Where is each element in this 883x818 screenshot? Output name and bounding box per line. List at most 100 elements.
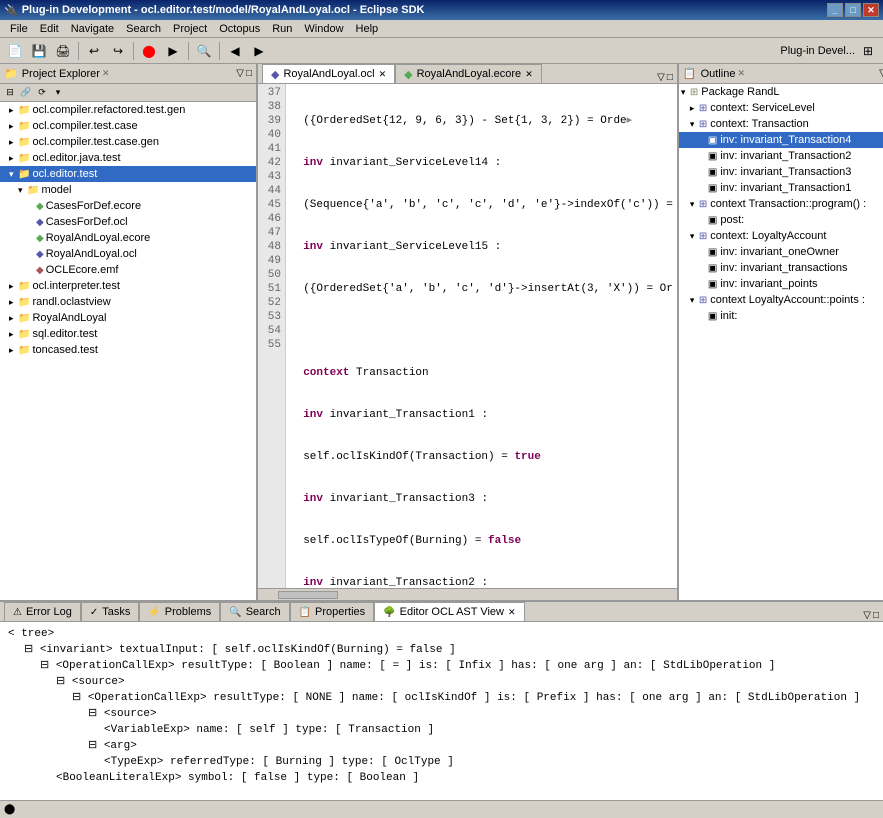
outline-content[interactable]: ▾ ⊞ Package RandL ▸ ⊞ context: ServiceLe…: [679, 84, 883, 600]
new-button[interactable]: 📄: [4, 41, 26, 61]
outline-item-14[interactable]: ▣ init:: [679, 308, 883, 324]
tree-item-14[interactable]: ▸ 📁 sql.editor.test: [0, 326, 256, 342]
editor-minimize-button[interactable]: ▽: [657, 72, 665, 83]
bottom-maximize-button[interactable]: □: [873, 610, 879, 621]
menu-navigate[interactable]: Navigate: [65, 22, 120, 36]
pe-link-button[interactable]: 🔗: [18, 86, 34, 100]
tab-label: Properties: [315, 606, 365, 618]
tree-item-10[interactable]: ◆ OCLEcore.emf: [0, 262, 256, 278]
print-button[interactable]: 🖨: [52, 41, 74, 61]
close-button[interactable]: ✕: [863, 3, 879, 17]
folder-icon: 📁: [18, 345, 30, 356]
bottom-tab-problems[interactable]: ⚡ Problems: [139, 602, 220, 621]
pe-minimize-button[interactable]: ▽: [236, 68, 244, 79]
pe-collapse-button[interactable]: ⊟: [2, 86, 18, 100]
perspective-button[interactable]: ⊞: [857, 41, 879, 61]
tree-item-2[interactable]: ▸ 📁 ocl.compiler.test.case.gen: [0, 134, 256, 150]
menu-search[interactable]: Search: [120, 22, 167, 36]
bottom-tab-properties[interactable]: 📋 Properties: [290, 602, 375, 621]
editor-tabs: ◆ RoyalAndLoyal.ocl ✕ ◆ RoyalAndLoyal.ec…: [258, 64, 677, 84]
tab-close[interactable]: ✕: [379, 69, 387, 80]
editor-tab-1[interactable]: ◆ RoyalAndLoyal.ecore ✕: [395, 64, 542, 83]
tree-item-13[interactable]: ▸ 📁 RoyalAndLoyal: [0, 310, 256, 326]
init-icon: ▣: [708, 311, 717, 322]
menu-project[interactable]: Project: [167, 22, 213, 36]
search-button[interactable]: 🔍: [193, 41, 215, 61]
maximize-button[interactable]: □: [845, 3, 861, 17]
debug-button[interactable]: ⬤: [138, 41, 160, 61]
project-explorer-content[interactable]: ▸ 📁 ocl.compiler.refactored.test.gen ▸ 📁…: [0, 102, 256, 600]
outline-item-0[interactable]: ▾ ⊞ Package RandL: [679, 84, 883, 100]
tree-item-label: RoyalAndLoyal.ecore: [46, 232, 151, 244]
outline-icon: 📋: [683, 67, 697, 80]
outline-item-9[interactable]: ▾ ⊞ context: LoyaltyAccount: [679, 228, 883, 244]
bottom-tab-tasks[interactable]: ✓ Tasks: [81, 602, 140, 621]
menu-help[interactable]: Help: [350, 22, 385, 36]
outline-close-badge: ✕: [737, 68, 745, 79]
outline-item-2[interactable]: ▾ ⊞ context: Transaction: [679, 116, 883, 132]
tree-item-11[interactable]: ▸ 📁 ocl.interpreter.test: [0, 278, 256, 294]
scrollbar-thumb[interactable]: [278, 591, 338, 599]
outline-minimize-button[interactable]: ▽: [879, 68, 883, 79]
redo-button[interactable]: ↪: [107, 41, 129, 61]
expand-icon: ▸: [9, 281, 18, 292]
outline-item-7[interactable]: ▾ ⊞ context Transaction::program() :: [679, 196, 883, 212]
bottom-tab-errorlog[interactable]: ⚠ Error Log: [4, 602, 81, 621]
menu-edit[interactable]: Edit: [34, 22, 65, 36]
tree-item-9[interactable]: ◆ RoyalAndLoyal.ocl: [0, 246, 256, 262]
save-button[interactable]: 💾: [28, 41, 50, 61]
tree-item-5[interactable]: ▾ 📁 model: [0, 182, 256, 198]
pe-sync-button[interactable]: ⟳: [34, 86, 50, 100]
editor-tab-0[interactable]: ◆ RoyalAndLoyal.ocl ✕: [262, 64, 395, 83]
tree-item-1[interactable]: ▸ 📁 ocl.compiler.test.case: [0, 118, 256, 134]
run-button[interactable]: ▶: [162, 41, 184, 61]
menu-window[interactable]: Window: [298, 22, 349, 36]
outline-item-4[interactable]: ▣ inv: invariant_Transaction2: [679, 148, 883, 164]
tree-item-15[interactable]: ▸ 📁 toncased.test: [0, 342, 256, 358]
outline-item-13[interactable]: ▾ ⊞ context LoyaltyAccount::points :: [679, 292, 883, 308]
code-line-37: ({OrderedSet{12, 9, 6, 3}) - Set{1, 3, 2…: [290, 114, 673, 128]
editor-content[interactable]: 3738394041 4243444546 4748495051 5253545…: [258, 84, 677, 588]
editor-maximize-button[interactable]: □: [667, 72, 673, 83]
tree-item-12[interactable]: ▸ 📁 randl.oclastview: [0, 294, 256, 310]
tree-item-7[interactable]: ◆ CasesForDef.ocl: [0, 214, 256, 230]
bottom-minimize-button[interactable]: ▽: [863, 610, 871, 621]
expand-icon: ▸: [9, 137, 18, 148]
tasks-icon: ✓: [90, 607, 98, 618]
expand-icon: ▸: [9, 121, 18, 132]
menu-run[interactable]: Run: [266, 22, 298, 36]
pe-menu-button[interactable]: ▾: [50, 86, 66, 100]
pe-maximize-button[interactable]: □: [246, 68, 252, 79]
outline-item-5[interactable]: ▣ inv: invariant_Transaction3: [679, 164, 883, 180]
menu-octopus[interactable]: Octopus: [213, 22, 266, 36]
tree-item-3[interactable]: ▸ 📁 ocl.editor.java.test: [0, 150, 256, 166]
outline-item-6[interactable]: ▣ inv: invariant_Transaction1: [679, 180, 883, 196]
tree-item-0[interactable]: ▸ 📁 ocl.compiler.refactored.test.gen: [0, 102, 256, 118]
menu-file[interactable]: File: [4, 22, 34, 36]
tab-close[interactable]: ✕: [508, 607, 516, 618]
code-line-47: self.oclIsTypeOf(Burning) = false: [290, 534, 673, 548]
tab-close[interactable]: ✕: [525, 69, 533, 80]
outline-item-11[interactable]: ▣ inv: invariant_transactions: [679, 260, 883, 276]
outline-item-10[interactable]: ▣ inv: invariant_oneOwner: [679, 244, 883, 260]
forward-button[interactable]: ▶: [248, 41, 270, 61]
bottom-tab-ast[interactable]: 🌳 Editor OCL AST View ✕: [374, 602, 524, 621]
tree-item-8[interactable]: ◆ RoyalAndLoyal.ecore: [0, 230, 256, 246]
editor-scrollbar[interactable]: [258, 588, 677, 600]
outline-item-1[interactable]: ▸ ⊞ context: ServiceLevel: [679, 100, 883, 116]
outline-item-12[interactable]: ▣ inv: invariant_points: [679, 276, 883, 292]
tree-item-6[interactable]: ◆ CasesForDef.ecore: [0, 198, 256, 214]
code-area[interactable]: ({OrderedSet{12, 9, 6, 3}) - Set{1, 3, 2…: [286, 84, 677, 588]
undo-button[interactable]: ↩: [83, 41, 105, 61]
tree-item-label: ocl.compiler.refactored.test.gen: [32, 104, 185, 116]
outline-item-8[interactable]: ▣ post:: [679, 212, 883, 228]
ast-line-3: ⊟ <source>: [8, 674, 875, 690]
outline-item-3[interactable]: ▣ inv: invariant_Transaction4: [679, 132, 883, 148]
back-button[interactable]: ◀: [224, 41, 246, 61]
ecore-icon: ◆: [36, 233, 44, 244]
minimize-button[interactable]: _: [827, 3, 843, 17]
outline-label: context: Transaction: [710, 118, 808, 130]
bottom-tab-search[interactable]: 🔍 Search: [220, 602, 289, 621]
tree-item-4[interactable]: ▾ 📁 ocl.editor.test: [0, 166, 256, 182]
toolbar-separator-2: [133, 42, 134, 60]
